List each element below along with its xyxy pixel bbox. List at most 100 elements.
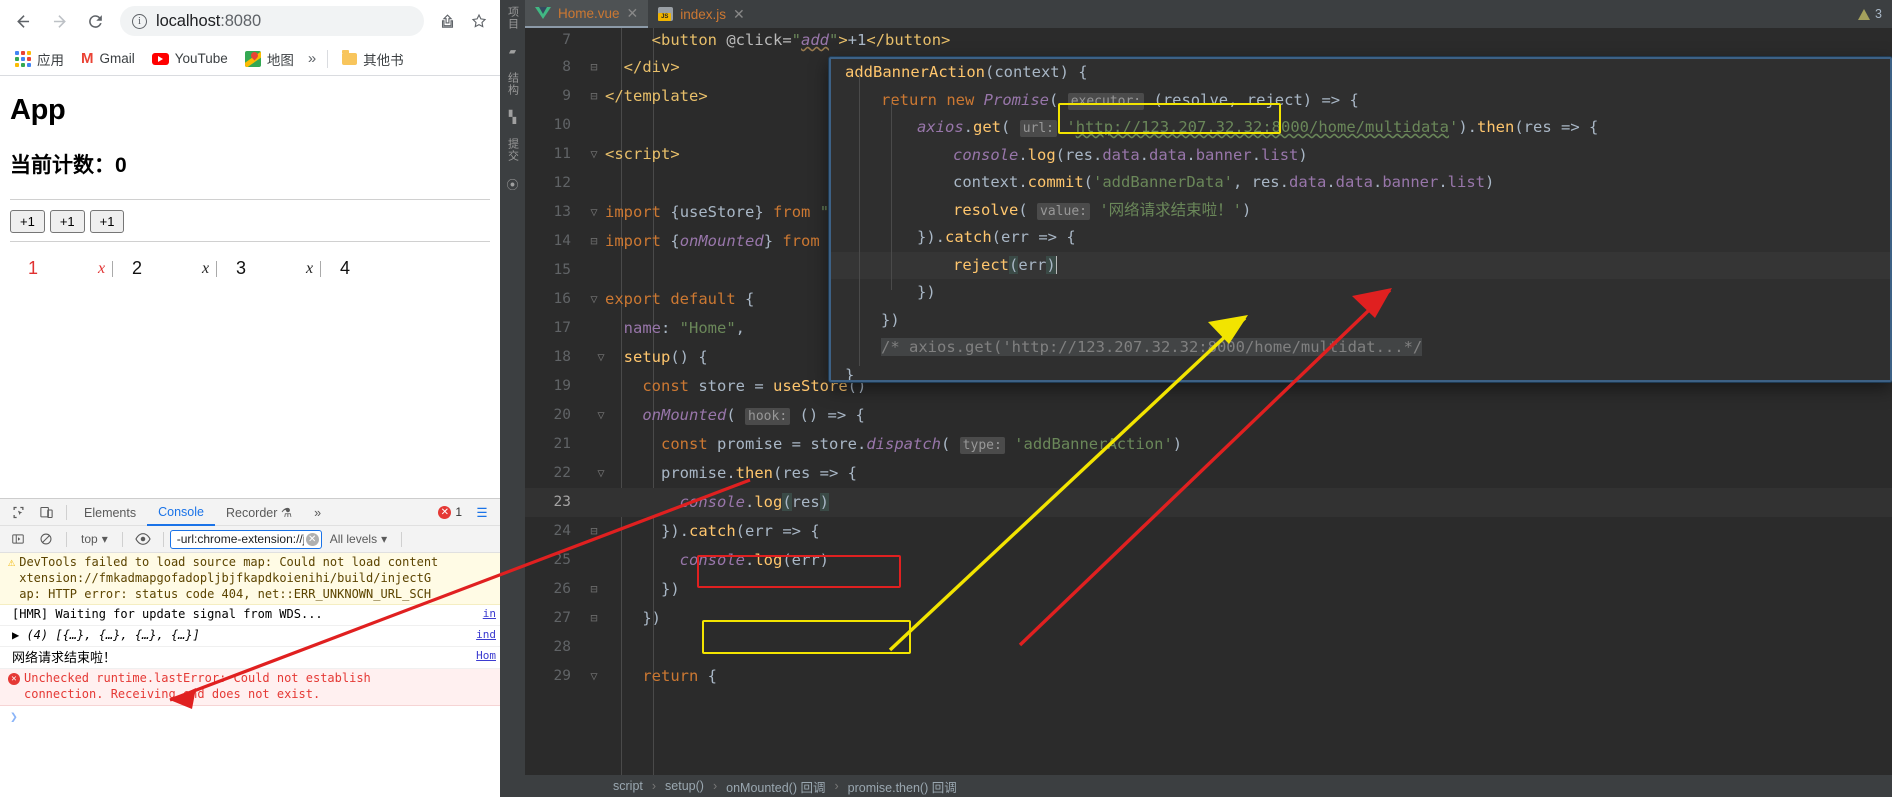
close-icon[interactable]: ✕ xyxy=(733,6,745,23)
tab-recorder[interactable]: Recorder ⚗ xyxy=(215,499,303,525)
console-message-error[interactable]: ✕ Unchecked runtime.lastError: Could not… xyxy=(0,669,500,706)
increment-button-1[interactable]: +1 xyxy=(10,210,45,233)
share-icon[interactable] xyxy=(432,6,462,36)
tab-console[interactable]: Console xyxy=(147,499,215,526)
line-content: promise.then(res => { xyxy=(661,464,857,482)
x-label: x xyxy=(306,259,314,277)
tab-label: Home.vue xyxy=(558,5,620,21)
breadcrumb-item[interactable]: promise.then() 回调 xyxy=(848,777,957,796)
increment-button-3[interactable]: +1 xyxy=(89,210,125,233)
list-item: 2x xyxy=(114,258,218,279)
fold-gutter[interactable]: ⊟ xyxy=(583,227,605,256)
fold-gutter[interactable]: ⊟ xyxy=(583,575,605,604)
source-link[interactable]: ind xyxy=(476,628,500,644)
inspection-warning-count[interactable]: 3 xyxy=(1858,0,1892,28)
fold-gutter[interactable]: ⊟ xyxy=(583,604,605,633)
address-bar[interactable]: i localhost:8080 xyxy=(120,6,424,36)
console-message-array[interactable]: ▶ (4) [{…}, {…}, {…}, {…}] ind xyxy=(0,626,500,648)
code-line: 21 const promise = store.dispatch( type:… xyxy=(525,430,1892,459)
console-sidebar-toggle-icon[interactable] xyxy=(4,526,32,552)
bookmarks-overflow-button[interactable]: » xyxy=(304,50,320,67)
fold-gutter[interactable]: ▽ xyxy=(583,285,605,314)
increment-button-2[interactable]: +1 xyxy=(49,210,85,233)
list-item: 1x xyxy=(10,258,114,279)
devtools-tabbar: Elements Console Recorder ⚗ » ✕ 1 ☰ xyxy=(0,499,500,526)
forward-button[interactable] xyxy=(42,4,76,38)
quick-definition-popup[interactable]: addBannerAction(context) { return new Pr… xyxy=(829,57,1892,382)
line-number: 15 xyxy=(553,262,571,278)
number-value: 2 xyxy=(132,258,143,278)
bookmark-gmail[interactable]: M Gmail xyxy=(74,47,142,70)
bookmark-other[interactable]: 其他书 xyxy=(335,46,411,72)
site-info-icon[interactable]: i xyxy=(132,13,147,29)
inspect-element-icon[interactable] xyxy=(4,499,32,525)
error-count-badge[interactable]: ✕ 1 xyxy=(438,505,462,519)
console-message-warning[interactable]: ⚠ DevTools failed to load source map: Co… xyxy=(0,553,500,606)
line-content: onMounted( hook: () => { xyxy=(642,405,865,425)
live-expression-eye-icon[interactable] xyxy=(129,526,157,552)
editor-tab-home-vue[interactable]: Home.vue ✕ xyxy=(525,0,649,28)
chevron-down-icon: ▾ xyxy=(381,532,388,546)
breadcrumb-item[interactable]: script xyxy=(613,779,643,793)
breadcrumb-item[interactable]: setup() xyxy=(665,779,704,793)
divider xyxy=(327,49,329,68)
fold-gutter[interactable]: ▽ xyxy=(583,662,605,691)
error-count: 1 xyxy=(455,505,462,519)
back-button[interactable] xyxy=(6,4,40,38)
device-toolbar-icon[interactable] xyxy=(32,499,60,525)
source-link[interactable]: Hom xyxy=(476,649,500,666)
fold-gutter[interactable]: ⊟ xyxy=(583,517,605,546)
bookmark-youtube[interactable]: YouTube xyxy=(145,48,235,69)
bookmark-maps[interactable]: 地图 xyxy=(238,46,301,72)
bookmark-label: 其他书 xyxy=(363,52,404,68)
fold-gutter[interactable]: ⊟ xyxy=(583,82,605,111)
line-content: console.log(res) xyxy=(679,493,830,511)
console-filter-input[interactable]: -url:chrome-extension://j ✕ xyxy=(169,529,322,549)
console-message-resolve[interactable]: 网络请求结束啦！ Hom xyxy=(0,647,500,670)
editor-tab-index-js[interactable]: index.js ✕ xyxy=(648,0,755,28)
tool-window-project[interactable]: 项目 xyxy=(505,6,521,30)
execution-context-select[interactable]: top ▾ xyxy=(73,532,116,546)
chevron-right-icon: › xyxy=(834,779,839,793)
tabs-overflow-button[interactable]: » xyxy=(303,500,332,525)
line-number: 7 xyxy=(562,32,571,48)
fold-gutter[interactable]: ▽ xyxy=(583,343,605,372)
clear-console-icon[interactable] xyxy=(32,526,60,552)
breadcrumb-item[interactable]: onMounted() 回调 xyxy=(726,777,825,796)
structure-icon[interactable]: ▚ xyxy=(509,110,516,124)
flask-icon: ⚗ xyxy=(280,506,293,520)
bookmark-apps[interactable]: 应用 xyxy=(8,46,71,72)
bookmark-label: 地图 xyxy=(266,52,294,68)
divider xyxy=(10,199,490,200)
line-content: }) xyxy=(642,609,661,627)
source-link[interactable]: in xyxy=(483,607,500,623)
fold-gutter[interactable]: ▽ xyxy=(583,459,605,488)
close-icon[interactable]: ✕ xyxy=(627,5,639,22)
line-number: 10 xyxy=(553,117,571,133)
bookmark-star-icon[interactable] xyxy=(464,6,494,36)
line-content: const promise = store.dispatch( type: 'a… xyxy=(661,434,1183,454)
code-line: 26 ⊟ }) xyxy=(525,575,1892,604)
reload-button[interactable] xyxy=(78,4,112,38)
devtools-settings-icon[interactable]: ☰ xyxy=(468,499,496,525)
console-message-info[interactable]: [HMR] Waiting for update signal from WDS… xyxy=(0,605,500,627)
commit-icon[interactable]: ⦿ xyxy=(506,176,518,193)
fold-gutter[interactable]: ⊟ xyxy=(583,53,605,82)
share-glyph xyxy=(441,13,453,28)
browser-toolbar: i localhost:8080 xyxy=(0,0,500,42)
clear-filter-icon[interactable]: ✕ xyxy=(305,532,319,546)
fold-gutter[interactable]: ▽ xyxy=(583,198,605,227)
console-prompt[interactable]: ❯ xyxy=(0,706,500,727)
fold-gutter[interactable]: ▽ xyxy=(583,140,605,169)
code-line: 28 xyxy=(525,633,1892,662)
line-number: 14 xyxy=(553,233,571,249)
tool-window-commit[interactable]: 提交 xyxy=(505,138,521,162)
tool-window-structure[interactable]: 结构 xyxy=(505,72,521,96)
folder-icon[interactable]: ▰ xyxy=(509,44,516,58)
log-level-select[interactable]: All levels ▾ xyxy=(322,532,395,546)
fold-gutter[interactable]: ▽ xyxy=(583,401,605,430)
code-line: 23 console.log(res) xyxy=(525,488,1892,517)
x-label: x xyxy=(202,259,210,277)
x-label: x xyxy=(98,259,106,277)
tab-elements[interactable]: Elements xyxy=(73,500,147,525)
